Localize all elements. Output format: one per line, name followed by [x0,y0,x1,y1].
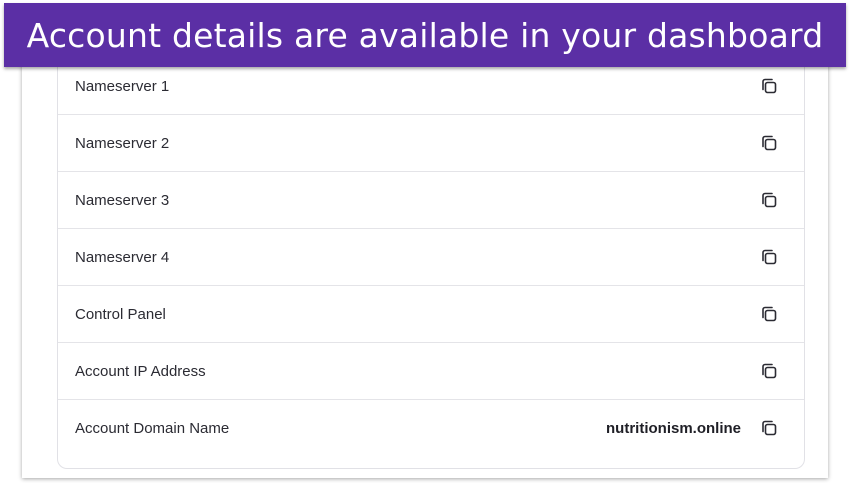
detail-row-nameserver-3: Nameserver 3 [58,172,804,229]
detail-row-account-ip-address: Account IP Address [58,343,804,400]
detail-row-nameserver-2: Nameserver 2 [58,115,804,172]
screenshot-stage: Account details are available in your da… [0,0,850,483]
banner-title: Account details are available in your da… [26,15,824,55]
detail-row-control-panel: Control Panel [58,286,804,343]
detail-row-nameserver-4: Nameserver 4 [58,229,804,286]
copy-icon[interactable] [758,75,780,97]
detail-label: Nameserver 3 [75,191,170,209]
copy-icon[interactable] [758,246,780,268]
copy-icon[interactable] [758,360,780,382]
copy-icon[interactable] [758,132,780,154]
detail-label: Control Panel [75,305,166,323]
detail-value: nutritionism.online [606,419,741,437]
detail-row-account-domain-name: Account Domain Name nutritionism.online [58,400,804,456]
copy-icon[interactable] [758,189,780,211]
detail-label: Nameserver 2 [75,134,170,152]
detail-label: Nameserver 1 [75,77,170,95]
caption-banner: Account details are available in your da… [4,3,846,67]
account-details-list: Nameserver 1 Nameserver 2 Nameserver 3 N… [57,58,805,469]
detail-label: Nameserver 4 [75,248,170,266]
detail-label: Account IP Address [75,362,206,380]
detail-label: Account Domain Name [75,419,230,437]
copy-icon[interactable] [758,303,780,325]
copy-icon[interactable] [758,417,780,439]
